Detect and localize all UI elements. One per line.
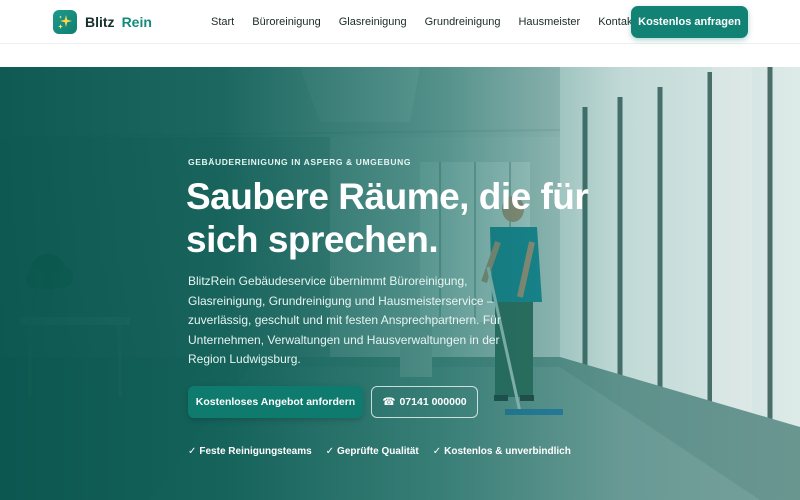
- hero-eyebrow: GEBÄUDEREINIGUNG IN ASPERG & UMGEBUNG: [188, 157, 412, 167]
- check-item: ✓ Geprüfte Qualität: [325, 445, 419, 457]
- site-header: Blitz Rein Start Büroreinigung Glasreini…: [0, 0, 800, 44]
- nav-item-bueroreinigung[interactable]: Büroreinigung: [252, 15, 321, 29]
- check-item: ✓ Kostenlos & unverbindlich: [432, 445, 571, 457]
- check-icon: ✓: [188, 445, 197, 457]
- brand-name-part2: Rein: [121, 14, 152, 30]
- nav-item-glasreinigung[interactable]: Glasreinigung: [339, 15, 407, 29]
- phone-button[interactable]: ☎ 07141 000000: [371, 386, 478, 418]
- nav-item-grundreinigung[interactable]: Grundreinigung: [425, 15, 501, 29]
- nav-item-hausmeister[interactable]: Hausmeister: [518, 15, 580, 29]
- hero-headline-line1: Saubere Räume, die für: [186, 176, 589, 217]
- main-nav: Start Büroreinigung Glasreinigung Grundr…: [211, 15, 636, 29]
- phone-number: 07141 000000: [399, 396, 467, 408]
- hero-lead: BlitzRein Gebäudeservice übernimmt Büror…: [188, 274, 501, 366]
- nav-item-kontakt[interactable]: Kontakt: [598, 15, 635, 29]
- request-quote-button[interactable]: Kostenlos anfragen: [631, 6, 748, 38]
- hero-headline: Saubere Räume, die für sich sprechen.: [186, 175, 616, 261]
- trust-checklist: ✓ Feste Reinigungsteams ✓ Geprüfte Quali…: [188, 444, 571, 458]
- sparkle-icon: [53, 10, 77, 34]
- phone-icon: ☎: [382, 396, 396, 408]
- check-icon: ✓: [325, 445, 335, 457]
- request-offer-button[interactable]: Kostenloses Angebot anfordern: [188, 386, 363, 418]
- check-icon: ✓: [432, 445, 442, 457]
- hero-headline-line2: sich sprechen.: [186, 219, 439, 260]
- check-item: ✓ Feste Reinigungsteams: [188, 445, 312, 457]
- brand-logo[interactable]: Blitz Rein: [53, 10, 152, 34]
- nav-item-start[interactable]: Start: [211, 15, 234, 29]
- brand-name-part1: Blitz: [85, 14, 115, 30]
